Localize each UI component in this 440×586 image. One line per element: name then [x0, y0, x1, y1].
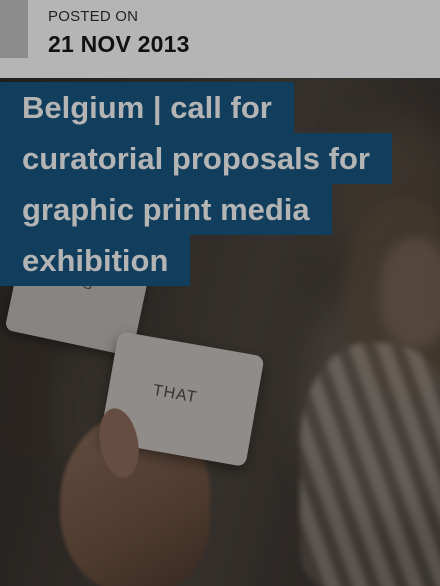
posted-on-label: POSTED ON: [48, 8, 139, 25]
post-card[interactable]: THIS THAT POSTED ON 21 NOV 2013 Belgium …: [0, 0, 440, 586]
post-title-line[interactable]: curatorial proposals for: [0, 133, 392, 184]
post-title-line[interactable]: graphic print media: [0, 184, 332, 235]
post-title[interactable]: Belgium | call for curatorial proposals …: [0, 82, 440, 286]
post-title-line[interactable]: exhibition: [0, 235, 191, 286]
date-accent: [0, 0, 28, 58]
date-bar: POSTED ON 21 NOV 2013: [0, 0, 440, 78]
post-title-line[interactable]: Belgium | call for: [0, 82, 294, 133]
post-date: 21 NOV 2013: [48, 31, 190, 57]
